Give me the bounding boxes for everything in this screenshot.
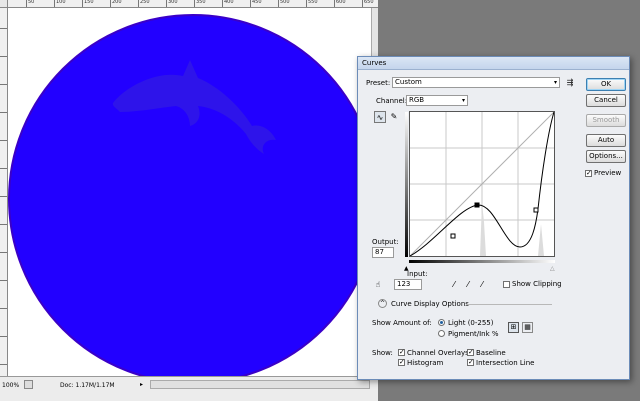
white-point-slider[interactable]: △ bbox=[550, 265, 555, 272]
curve-point-selected bbox=[474, 202, 480, 208]
intersection-line-checkbox[interactable]: ✓ bbox=[467, 359, 474, 366]
smooth-button[interactable]: Smooth bbox=[586, 114, 626, 127]
document-window: 50 100 150 200 250 300 350 400 450 500 5… bbox=[0, 0, 378, 401]
preset-label: Preset: bbox=[366, 79, 391, 87]
ruler-label: 600 bbox=[336, 0, 346, 5]
curve-display-options-label[interactable]: Curve Display Options bbox=[391, 300, 469, 308]
preset-options-icon[interactable]: ⇶ bbox=[564, 77, 576, 89]
grid-4x4-icon[interactable]: ⊞ bbox=[508, 322, 519, 333]
preview-label: Preview bbox=[594, 169, 622, 177]
output-field[interactable]: 87 bbox=[372, 247, 394, 258]
light-label: Light (0-255) bbox=[448, 319, 494, 327]
zoom-level[interactable]: 100% bbox=[2, 381, 20, 390]
ruler-label: 50 bbox=[28, 0, 35, 5]
chevron-up-icon[interactable]: ^ bbox=[378, 299, 387, 308]
curves-dialog: Curves Preset: Custom ▾ ⇶ Channel: RGB ▾… bbox=[357, 56, 630, 380]
doc-info: Doc: 1.17M/1.17M bbox=[60, 382, 115, 389]
light-radio[interactable] bbox=[438, 319, 445, 326]
curve-graph[interactable] bbox=[409, 111, 555, 257]
ruler-label: 300 bbox=[168, 0, 178, 5]
target-adjust-icon[interactable]: ☝ bbox=[372, 279, 384, 291]
status-menu-arrow-icon[interactable]: ▸ bbox=[137, 380, 146, 389]
pigment-radio[interactable] bbox=[438, 330, 445, 337]
input-gradient-bar bbox=[409, 260, 555, 263]
canvas-image bbox=[8, 14, 378, 376]
divider bbox=[466, 304, 552, 305]
show-amount-label: Show Amount of: bbox=[372, 319, 432, 327]
channel-dropdown[interactable]: RGB ▾ bbox=[406, 95, 468, 106]
curve-point bbox=[533, 207, 539, 213]
input-field[interactable]: 123 bbox=[394, 279, 422, 290]
pigment-label: Pigment/Ink % bbox=[448, 330, 499, 338]
baseline-label: Baseline bbox=[476, 349, 506, 357]
channel-label: Channel: bbox=[376, 97, 408, 105]
channel-overlays-checkbox[interactable]: ✓ bbox=[398, 349, 405, 356]
input-label: Input: bbox=[407, 270, 428, 278]
preset-dropdown[interactable]: Custom ▾ bbox=[392, 77, 560, 88]
channel-value: RGB bbox=[409, 96, 425, 104]
chevron-down-icon: ▾ bbox=[461, 97, 465, 104]
document-canvas[interactable] bbox=[8, 8, 378, 376]
preset-value: Custom bbox=[395, 78, 422, 86]
horizontal-scrollbar[interactable] bbox=[150, 380, 370, 389]
show-clipping-checkbox[interactable] bbox=[503, 281, 510, 288]
ruler-corner[interactable] bbox=[0, 0, 8, 8]
intersection-line-label: Intersection Line bbox=[476, 359, 535, 367]
options-button[interactable]: Options... bbox=[586, 150, 626, 163]
ok-button[interactable]: OK bbox=[586, 78, 626, 91]
output-gradient-bar bbox=[405, 112, 408, 257]
ruler-label: 650 bbox=[364, 0, 374, 5]
ruler-label: 400 bbox=[224, 0, 234, 5]
ruler-label: 500 bbox=[280, 0, 290, 5]
ruler-label: 250 bbox=[140, 0, 150, 5]
ruler-label: 100 bbox=[56, 0, 66, 5]
baseline-checkbox[interactable]: ✓ bbox=[467, 349, 474, 356]
dialog-title: Curves bbox=[362, 59, 387, 67]
chevron-down-icon: ▾ bbox=[553, 79, 557, 86]
gray-eyedropper-icon[interactable]: ⁄ bbox=[462, 279, 474, 291]
ruler-label: 550 bbox=[308, 0, 318, 5]
pencil-tool-icon[interactable]: ✎ bbox=[388, 111, 400, 123]
curve-point-tool-icon[interactable]: ∿ bbox=[374, 111, 386, 123]
curve-point bbox=[450, 233, 456, 239]
histogram-checkbox[interactable]: ✓ bbox=[398, 359, 405, 366]
ruler-label: 150 bbox=[84, 0, 94, 5]
vertical-ruler[interactable] bbox=[0, 8, 8, 376]
white-eyedropper-icon[interactable]: ⁄ bbox=[476, 279, 488, 291]
show-clipping-label: Show Clipping bbox=[512, 280, 562, 288]
dialog-title-bar[interactable]: Curves bbox=[358, 57, 629, 70]
cancel-button[interactable]: Cancel bbox=[586, 94, 626, 107]
horizontal-ruler[interactable]: 50 100 150 200 250 300 350 400 450 500 5… bbox=[8, 0, 378, 8]
output-label: Output: bbox=[372, 238, 399, 246]
grid-10x10-icon[interactable]: ▦ bbox=[522, 322, 533, 333]
status-icon[interactable] bbox=[24, 380, 33, 389]
ruler-label: 350 bbox=[196, 0, 206, 5]
auto-button[interactable]: Auto bbox=[586, 134, 626, 147]
curve-graph-svg bbox=[409, 111, 555, 257]
ruler-label: 450 bbox=[252, 0, 262, 5]
histogram-label: Histogram bbox=[407, 359, 444, 367]
show-label: Show: bbox=[372, 349, 393, 357]
channel-overlays-label: Channel Overlays bbox=[407, 349, 469, 357]
preview-checkbox[interactable]: ✓ bbox=[585, 170, 592, 177]
status-bar: 100% Doc: 1.17M/1.17M ▸ bbox=[0, 376, 378, 401]
black-eyedropper-icon[interactable]: ⁄ bbox=[448, 279, 460, 291]
ruler-label: 200 bbox=[112, 0, 122, 5]
